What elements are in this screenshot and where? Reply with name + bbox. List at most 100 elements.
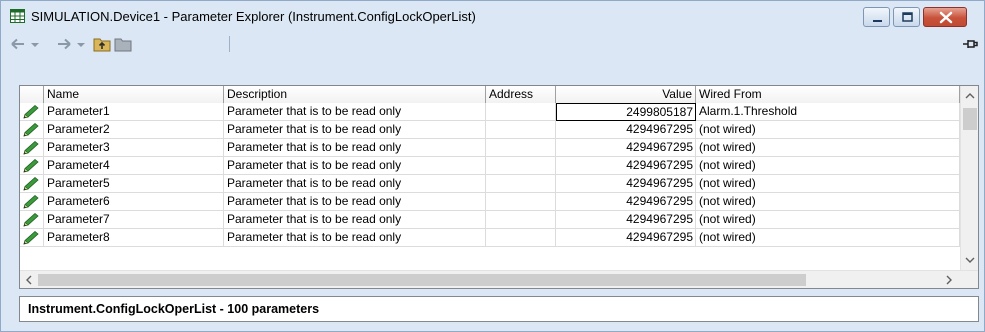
cell-address[interactable] <box>486 229 556 247</box>
back-dropdown-icon[interactable] <box>29 35 41 53</box>
cell-edit-icon <box>20 157 44 175</box>
toolbar <box>1 33 984 55</box>
table-row[interactable]: Parameter2 Parameter that is to be read o… <box>20 121 960 139</box>
cell-name[interactable]: Parameter4 <box>44 157 224 175</box>
pencil-edit-icon <box>23 194 39 209</box>
scroll-left-icon[interactable] <box>21 272 37 288</box>
pin-icon[interactable] <box>961 35 979 53</box>
forward-icon[interactable] <box>55 35 73 53</box>
cell-edit-icon <box>20 229 44 247</box>
table-row[interactable]: Parameter5 Parameter that is to be read o… <box>20 175 960 193</box>
parameter-explorer-window: SIMULATION.Device1 - Parameter Explorer … <box>0 0 985 332</box>
scroll-down-icon[interactable] <box>962 252 978 268</box>
cell-address[interactable] <box>486 139 556 157</box>
minimize-button[interactable] <box>863 7 890 27</box>
pencil-edit-icon <box>23 176 39 191</box>
folder-up-icon[interactable] <box>93 35 111 53</box>
cell-value[interactable]: 4294967295 <box>556 139 696 157</box>
scroll-up-icon[interactable] <box>962 88 978 104</box>
cell-name[interactable]: Parameter1 <box>44 103 224 121</box>
pencil-edit-icon <box>23 122 39 137</box>
cell-description[interactable]: Parameter that is to be read only <box>224 157 486 175</box>
cell-name[interactable]: Parameter8 <box>44 229 224 247</box>
toolbar-separator <box>229 36 230 52</box>
cell-description[interactable]: Parameter that is to be read only <box>224 139 486 157</box>
cell-wired-from[interactable]: (not wired) <box>696 157 960 175</box>
maximize-icon <box>902 12 913 22</box>
minimize-icon <box>873 20 882 22</box>
cell-wired-from[interactable]: (not wired) <box>696 229 960 247</box>
cell-wired-from[interactable]: (not wired) <box>696 139 960 157</box>
close-icon <box>939 11 953 24</box>
cell-description[interactable]: Parameter that is to be read only <box>224 211 486 229</box>
cell-name[interactable]: Parameter2 <box>44 121 224 139</box>
back-icon[interactable] <box>9 35 27 53</box>
cell-address[interactable] <box>486 211 556 229</box>
pencil-edit-icon <box>23 140 39 155</box>
cell-wired-from[interactable]: (not wired) <box>696 121 960 139</box>
cell-value[interactable]: 2499805187 <box>556 103 696 121</box>
cell-wired-from[interactable]: Alarm.1.Threshold <box>696 103 960 121</box>
cell-wired-from[interactable]: (not wired) <box>696 211 960 229</box>
pencil-edit-icon <box>23 104 39 119</box>
window-title: SIMULATION.Device1 - Parameter Explorer … <box>31 9 476 24</box>
pencil-edit-icon <box>23 212 39 227</box>
cell-value[interactable]: 4294967295 <box>556 175 696 193</box>
column-header-wired-from[interactable]: Wired From <box>696 86 960 103</box>
cell-edit-icon <box>20 103 44 121</box>
close-button[interactable] <box>923 7 967 27</box>
vertical-scrollbar[interactable] <box>960 86 978 270</box>
scroll-right-icon[interactable] <box>941 272 957 288</box>
cell-edit-icon <box>20 211 44 229</box>
cell-value[interactable]: 4294967295 <box>556 121 696 139</box>
cell-name[interactable]: Parameter7 <box>44 211 224 229</box>
cell-description[interactable]: Parameter that is to be read only <box>224 193 486 211</box>
column-header-description[interactable]: Description <box>224 86 486 103</box>
folder-icon[interactable] <box>114 35 132 53</box>
cell-description[interactable]: Parameter that is to be read only <box>224 229 486 247</box>
title-bar[interactable]: SIMULATION.Device1 - Parameter Explorer … <box>1 1 984 31</box>
cell-edit-icon <box>20 193 44 211</box>
cell-value[interactable]: 4294967295 <box>556 211 696 229</box>
cell-description[interactable]: Parameter that is to be read only <box>224 175 486 193</box>
table-row[interactable]: Parameter1 Parameter that is to be read o… <box>20 103 960 121</box>
cell-wired-from[interactable]: (not wired) <box>696 193 960 211</box>
table-app-icon <box>10 9 25 23</box>
vertical-scroll-thumb[interactable] <box>963 108 977 130</box>
cell-description[interactable]: Parameter that is to be read only <box>224 103 486 121</box>
pencil-edit-icon <box>23 158 39 173</box>
header-icon-column <box>20 86 44 103</box>
cell-name[interactable]: Parameter6 <box>44 193 224 211</box>
cell-address[interactable] <box>486 157 556 175</box>
column-header-value[interactable]: Value <box>556 86 696 103</box>
cell-value[interactable]: 4294967295 <box>556 157 696 175</box>
cell-edit-icon <box>20 121 44 139</box>
table-row[interactable]: Parameter4 Parameter that is to be read o… <box>20 157 960 175</box>
horizontal-scroll-thumb[interactable] <box>38 274 806 286</box>
cell-value[interactable]: 4294967295 <box>556 193 696 211</box>
cell-edit-icon <box>20 175 44 193</box>
cell-description[interactable]: Parameter that is to be read only <box>224 121 486 139</box>
cell-address[interactable] <box>486 193 556 211</box>
column-header-address[interactable]: Address <box>486 86 556 103</box>
column-header-name[interactable]: Name <box>44 86 224 103</box>
cell-wired-from[interactable]: (not wired) <box>696 175 960 193</box>
table-row[interactable]: Parameter3 Parameter that is to be read o… <box>20 139 960 157</box>
cell-address[interactable] <box>486 175 556 193</box>
cell-address[interactable] <box>486 121 556 139</box>
status-bar: Instrument.ConfigLockOperList - 100 para… <box>19 296 979 322</box>
horizontal-scrollbar[interactable] <box>20 270 978 288</box>
cell-name[interactable]: Parameter3 <box>44 139 224 157</box>
parameter-table[interactable]: Name Description Address Value Wired Fro… <box>19 85 979 289</box>
cell-edit-icon <box>20 139 44 157</box>
table-row[interactable]: Parameter7 Parameter that is to be read o… <box>20 211 960 229</box>
table-row[interactable]: Parameter6 Parameter that is to be read o… <box>20 193 960 211</box>
table-body: Parameter1 Parameter that is to be read o… <box>20 103 960 270</box>
maximize-button[interactable] <box>893 7 920 27</box>
cell-value[interactable]: 4294967295 <box>556 229 696 247</box>
table-header: Name Description Address Value Wired Fro… <box>20 86 960 103</box>
cell-address[interactable] <box>486 103 556 121</box>
table-row[interactable]: Parameter8 Parameter that is to be read o… <box>20 229 960 247</box>
cell-name[interactable]: Parameter5 <box>44 175 224 193</box>
forward-dropdown-icon[interactable] <box>75 35 87 53</box>
